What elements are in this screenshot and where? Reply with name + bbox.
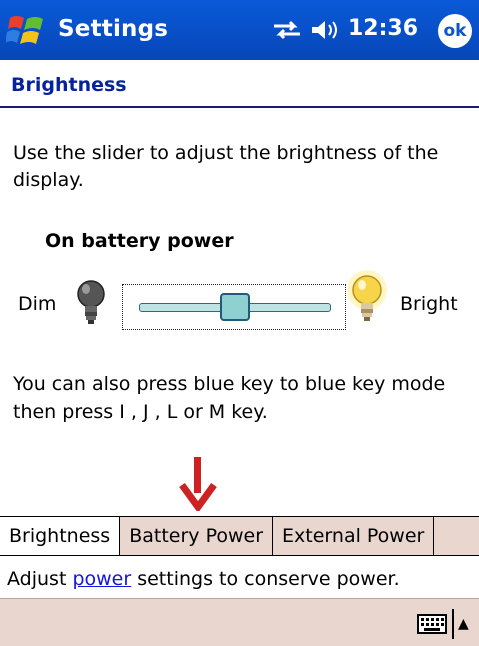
- tab-bar: Brightness Battery Power External Power: [0, 516, 479, 556]
- slider-thumb[interactable]: [220, 293, 250, 321]
- page-title: Brightness: [11, 74, 127, 96]
- bright-bulb-icon: [347, 270, 387, 321]
- keyboard-icon[interactable]: [417, 614, 447, 634]
- window-title: Settings: [58, 16, 169, 42]
- heading-divider: [0, 106, 479, 108]
- ok-button[interactable]: ok: [438, 14, 472, 48]
- sip-up-arrow-icon[interactable]: ▲: [458, 609, 469, 639]
- brightness-slider[interactable]: [122, 284, 346, 330]
- description-text: Use the slider to adjust the brightness …: [13, 142, 439, 191]
- menu-bar: ▲: [0, 598, 479, 646]
- hint-suffix: settings to conserve power.: [131, 568, 400, 590]
- section-heading: On battery power: [45, 230, 234, 252]
- power-settings-hint: Adjust power settings to conserve power.: [7, 568, 400, 590]
- bright-label: Bright: [400, 293, 458, 315]
- windows-start-icon[interactable]: [6, 12, 46, 48]
- dim-label: Dim: [18, 293, 57, 315]
- tab-brightness[interactable]: Brightness: [0, 517, 121, 555]
- annotation-arrow-icon: [179, 457, 217, 511]
- dim-bulb-icon: [77, 280, 105, 324]
- tab-bar-filler: [434, 517, 479, 555]
- title-bar: Settings 12:36 ok: [0, 0, 479, 60]
- sip-divider: [452, 609, 454, 639]
- clock[interactable]: 12:36: [348, 16, 418, 41]
- volume-icon[interactable]: [310, 18, 340, 42]
- tab-external-power[interactable]: External Power: [273, 517, 435, 555]
- hint-prefix: Adjust: [7, 568, 73, 590]
- tab-battery-power[interactable]: Battery Power: [120, 517, 274, 555]
- connectivity-icon[interactable]: [270, 18, 304, 42]
- power-link[interactable]: power: [72, 568, 131, 590]
- hotkey-note: You can also press blue key to blue key …: [13, 373, 446, 423]
